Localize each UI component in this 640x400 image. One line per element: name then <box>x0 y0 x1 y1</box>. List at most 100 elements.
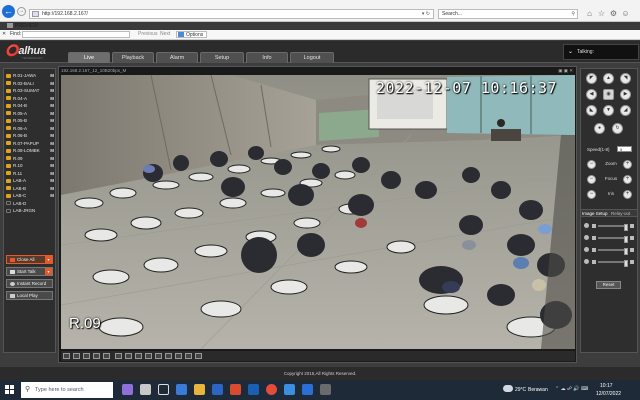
channel-item[interactable]: R.04-A M <box>6 95 55 103</box>
office-icon[interactable] <box>230 384 241 395</box>
channel-item[interactable]: R.06-A M <box>6 125 55 133</box>
forward-button[interactable]: → <box>17 7 26 16</box>
snapshot-icon[interactable] <box>145 353 152 359</box>
audio-icon[interactable] <box>165 353 172 359</box>
main-stream-toggle[interactable]: M <box>50 95 54 103</box>
layout-36-icon[interactable] <box>125 353 132 359</box>
word-icon[interactable] <box>248 384 259 395</box>
channel-item[interactable]: LAB-A M <box>6 177 55 185</box>
channel-item[interactable]: R.02-BALI M <box>6 80 55 88</box>
contrast-slider[interactable] <box>584 235 635 243</box>
speed-select[interactable]: 5 <box>617 146 632 152</box>
tab-image-setup[interactable]: Image Setup <box>582 210 608 217</box>
file-explorer-icon[interactable] <box>194 384 205 395</box>
main-stream-toggle[interactable]: M <box>50 177 54 185</box>
store-icon[interactable] <box>212 384 223 395</box>
tab-alarm[interactable]: Alarm <box>156 52 198 63</box>
tab-setup[interactable]: Setup <box>200 52 244 63</box>
main-stream-toggle[interactable]: M <box>50 110 54 118</box>
star-icon[interactable]: ☆ <box>596 8 607 19</box>
edge-icon[interactable] <box>176 384 187 395</box>
layout-1-icon[interactable] <box>63 353 70 359</box>
tray-icons[interactable]: ⌃ ☁ ☍ 🔊 ⌨ <box>555 386 588 392</box>
windows-start-icon[interactable] <box>5 385 15 395</box>
taskbar-search-input[interactable]: ⚲ Type here to search <box>21 382 113 398</box>
channel-item[interactable]: R.08-LOMBK M <box>6 147 55 155</box>
ptz-left-button[interactable]: ◀ <box>586 89 597 100</box>
channel-item[interactable]: LAB-C M <box>6 192 55 200</box>
search-icon[interactable]: ⚲ <box>571 10 575 18</box>
slider-track[interactable] <box>598 236 628 243</box>
layout-8-icon[interactable] <box>83 353 90 359</box>
increase-icon[interactable] <box>630 224 634 228</box>
app-icon-2[interactable] <box>320 384 331 395</box>
iris-close-button[interactable]: − <box>587 190 596 199</box>
slider-knob[interactable] <box>624 224 628 231</box>
channel-item[interactable]: LAB-B M <box>6 185 55 193</box>
decrease-icon[interactable] <box>592 248 596 252</box>
find-input[interactable] <box>22 31 130 38</box>
find-next-button[interactable]: Next <box>160 30 170 39</box>
decrease-icon[interactable] <box>592 224 596 228</box>
main-stream-toggle[interactable]: M <box>50 132 54 140</box>
channel-item[interactable]: R.11 M <box>6 170 55 178</box>
find-options-button[interactable]: Options <box>176 31 208 38</box>
ptz-down-left-button[interactable]: ◣ <box>586 105 597 116</box>
main-stream-toggle[interactable]: M <box>50 102 54 110</box>
channel-item[interactable]: R.01-JAWA M <box>6 72 55 80</box>
close-icon[interactable]: ✕ <box>2 30 6 39</box>
find-previous-button[interactable]: Previous <box>138 30 157 39</box>
increase-icon[interactable] <box>630 236 634 240</box>
slider-track[interactable] <box>598 224 628 231</box>
chevron-down-icon[interactable]: ⌄ <box>568 45 573 59</box>
weather-temperature[interactable]: 29°C <box>515 387 526 393</box>
slider-knob[interactable] <box>624 260 628 267</box>
main-stream-toggle[interactable]: M <box>50 162 54 170</box>
channel-item[interactable]: R.05-B M <box>6 117 55 125</box>
decrease-icon[interactable] <box>592 236 596 240</box>
zoom-out-button[interactable]: − <box>587 160 596 169</box>
ptz-down-button[interactable]: ▼ <box>603 105 614 116</box>
address-bar[interactable]: http://192.168.2.167/ ▾ ↻ <box>29 9 434 19</box>
ptz-center-button[interactable]: ◉ <box>603 89 614 100</box>
start-talk-button[interactable]: Start Talk ▾ <box>6 267 53 276</box>
stream-icon[interactable] <box>195 353 202 359</box>
zoom-in-button[interactable]: + <box>623 160 632 169</box>
back-button[interactable]: ← <box>2 5 15 18</box>
layout-25-icon[interactable] <box>115 353 122 359</box>
chrome-icon[interactable] <box>266 384 277 395</box>
cloud-icon[interactable] <box>503 385 513 392</box>
channel-item[interactable]: R.10 M <box>6 162 55 170</box>
widgets-icon[interactable] <box>140 384 151 395</box>
iris-open-button[interactable]: + <box>623 190 632 199</box>
dropdown-icon[interactable]: ▾ <box>45 268 52 275</box>
record-toggle-icon[interactable] <box>155 353 162 359</box>
hue-slider[interactable] <box>584 259 635 267</box>
tab-info[interactable]: Info <box>246 52 288 63</box>
ptz-down-right-button[interactable]: ◢ <box>620 105 631 116</box>
main-stream-toggle[interactable]: M <box>50 170 54 178</box>
focus-near-button[interactable]: − <box>587 175 596 184</box>
main-stream-toggle[interactable]: M <box>50 117 54 125</box>
refresh-icon[interactable]: ▾ ↻ <box>422 10 430 18</box>
ptz-up-button[interactable]: ▲ <box>603 73 614 84</box>
slider-track[interactable] <box>598 260 628 267</box>
ptz-up-right-button[interactable]: ◥ <box>620 73 631 84</box>
main-stream-toggle[interactable]: M <box>50 192 54 200</box>
channel-item[interactable]: LAB-JRGN <box>6 207 55 215</box>
zoom-icon[interactable] <box>175 353 182 359</box>
task-view-icon[interactable] <box>122 384 133 395</box>
channel-item[interactable]: R.06-B M <box>6 132 55 140</box>
channel-item[interactable]: R.03-SUMAT M <box>6 87 55 95</box>
weather-description[interactable]: Berawan <box>528 387 548 393</box>
live-video[interactable]: 2022-12-07 10:16:37 R.09 <box>61 75 575 349</box>
main-stream-toggle[interactable]: M <box>50 155 54 163</box>
fisheye-icon[interactable] <box>185 353 192 359</box>
dropdown-icon[interactable]: ▾ <box>45 256 52 263</box>
main-stream-toggle[interactable]: M <box>50 80 54 88</box>
reset-button[interactable]: Reset <box>596 281 621 289</box>
main-stream-toggle[interactable]: M <box>50 147 54 155</box>
clock-date[interactable]: 12/07/2022 <box>596 391 621 397</box>
app-icon[interactable] <box>302 384 313 395</box>
main-stream-toggle[interactable]: M <box>50 185 54 193</box>
